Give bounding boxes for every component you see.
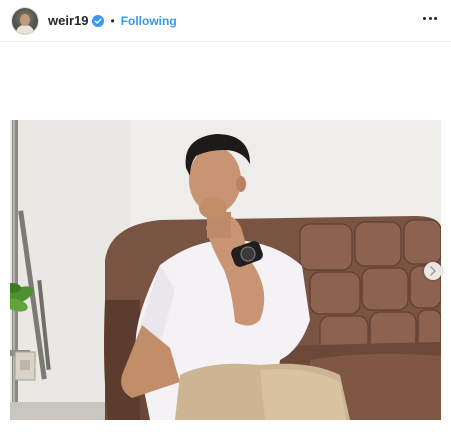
separator-dot: • — [110, 13, 115, 28]
checkmark-icon — [95, 18, 102, 24]
post-container: weir19 • Following — [0, 0, 451, 439]
more-options-icon[interactable] — [423, 15, 437, 21]
photo-illustration — [10, 120, 441, 420]
avatar-body-shape — [16, 24, 34, 34]
verified-badge-icon — [92, 14, 105, 27]
chevron-right-icon — [430, 266, 436, 276]
next-photo-button[interactable] — [424, 262, 442, 280]
post-photo[interactable] — [10, 120, 441, 420]
post-header: weir19 • Following — [0, 0, 451, 42]
following-button[interactable]: Following — [121, 14, 177, 28]
avatar[interactable] — [12, 7, 38, 34]
username-link[interactable]: weir19 — [48, 13, 88, 28]
avatar-face-shape — [20, 13, 30, 26]
